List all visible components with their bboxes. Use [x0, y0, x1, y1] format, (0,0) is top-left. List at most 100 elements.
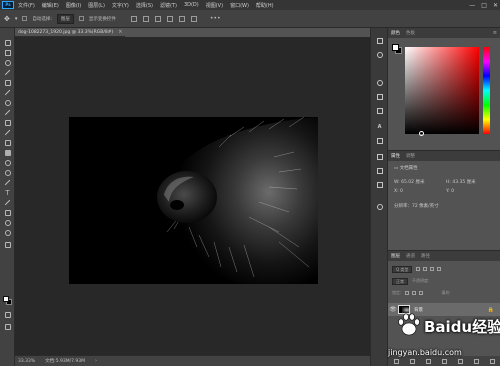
document-size: 文档:5.93M/7.93M: [45, 359, 86, 364]
w-label: W:: [394, 180, 400, 185]
eraser-tool-icon[interactable]: [2, 138, 13, 147]
menu-layer[interactable]: 图层(L): [88, 2, 105, 9]
tab-layers[interactable]: 图层: [391, 253, 400, 259]
filter-pixel-icon[interactable]: [416, 267, 421, 271]
layer-kind-filter[interactable]: Q 类型: [392, 265, 413, 273]
eyedropper-tool-icon[interactable]: [2, 88, 13, 97]
screen-mode-icon[interactable]: [2, 322, 13, 331]
lock-pixels-icon[interactable]: [405, 291, 410, 295]
pen-tool-icon[interactable]: [2, 178, 13, 187]
document-tab[interactable]: dog-1082273_1920.jpg @ 33.3%(RGB/8#) ×: [15, 28, 125, 37]
blur-tool-icon[interactable]: [2, 158, 13, 167]
crop-tool-icon[interactable]: [2, 78, 13, 87]
rectangle-tool-icon[interactable]: [2, 208, 13, 217]
color-panel-menu-icon[interactable]: ≡: [493, 30, 497, 36]
auto-select-checkbox[interactable]: [22, 16, 28, 21]
color-picker-field[interactable]: [405, 47, 479, 136]
menu-view[interactable]: 视图(V): [206, 2, 223, 9]
tab-channels[interactable]: 通道: [406, 253, 415, 259]
color-field-marker[interactable]: [419, 131, 424, 136]
adjustments-panel-icon[interactable]: [375, 166, 384, 175]
edit-toolbar-icon[interactable]: [2, 240, 13, 249]
paragraph-panel-icon[interactable]: [375, 136, 384, 145]
quick-mask-icon[interactable]: [2, 310, 13, 319]
dodge-tool-icon[interactable]: [2, 168, 13, 177]
lock-all-icon[interactable]: [419, 291, 424, 295]
tab-properties[interactable]: 属性: [391, 153, 400, 159]
menu-edit[interactable]: 编辑(E): [42, 2, 59, 9]
quick-select-tool-icon[interactable]: [2, 68, 13, 77]
align-left-icon[interactable]: [166, 15, 173, 22]
color-panel-tabs: 颜色 色板 ≡: [388, 28, 500, 38]
auto-select-dropdown[interactable]: 图层: [56, 13, 74, 24]
gradient-tool-icon[interactable]: [2, 148, 13, 157]
paw-logo-icon: [398, 313, 420, 336]
hue-slider[interactable]: [483, 47, 490, 134]
libraries-panel-icon[interactable]: [375, 180, 384, 189]
info-icon[interactable]: [375, 78, 384, 87]
filter-adjustment-icon[interactable]: [423, 267, 428, 271]
menu-select[interactable]: 选择(S): [136, 2, 153, 9]
tab-color[interactable]: 颜色: [391, 30, 400, 36]
color-panel-foreground-swatch[interactable]: [392, 44, 399, 51]
x-value[interactable]: 0: [400, 189, 403, 194]
w-value[interactable]: 65.02 厘米: [401, 180, 424, 185]
menu-type[interactable]: 文字(Y): [112, 2, 129, 9]
move-tool-icon[interactable]: [2, 38, 13, 47]
properties-panel-tabs: 属性 调整: [388, 151, 500, 161]
maximize-button[interactable]: □: [481, 2, 487, 9]
filter-type-icon[interactable]: [430, 267, 435, 271]
type-tool-icon[interactable]: T: [2, 188, 13, 197]
zoom-level[interactable]: 33.33%: [18, 359, 35, 364]
tab-swatches[interactable]: 色板: [406, 30, 415, 36]
menu-image[interactable]: 图像(I): [66, 2, 81, 9]
marquee-tool-icon[interactable]: [2, 48, 13, 57]
close-window-button[interactable]: ✕: [493, 2, 498, 9]
healing-brush-tool-icon[interactable]: [2, 98, 13, 107]
color-wheel-icon[interactable]: [375, 50, 384, 59]
h-value[interactable]: 43.35 厘米: [452, 180, 475, 185]
menu-3d[interactable]: 3D(D): [184, 2, 199, 8]
foreground-color-swatch[interactable]: [3, 296, 9, 302]
menu-help[interactable]: 帮助(H): [256, 2, 274, 9]
align-bottom-icon[interactable]: [154, 15, 161, 22]
menu-file[interactable]: 文件(F): [18, 2, 35, 9]
close-tab-icon[interactable]: ×: [118, 29, 122, 35]
lasso-tool-icon[interactable]: [2, 58, 13, 67]
brush-tool-icon[interactable]: [2, 108, 13, 117]
align-top-icon[interactable]: [130, 15, 137, 22]
y-value[interactable]: 0: [451, 189, 454, 194]
lock-icons: [405, 291, 424, 295]
hand-tool-icon[interactable]: [2, 218, 13, 227]
align-middle-icon[interactable]: [142, 15, 149, 22]
zoom-tool-icon[interactable]: [2, 228, 13, 237]
navigator-panel-icon[interactable]: [375, 202, 384, 211]
lock-position-icon[interactable]: [412, 291, 417, 295]
dog-nose-image: [69, 117, 318, 284]
path-selection-tool-icon[interactable]: [2, 198, 13, 207]
menu-window[interactable]: 窗口(W): [230, 2, 249, 9]
menu-filter[interactable]: 滤镜(T): [160, 2, 177, 9]
character-panel-icon[interactable]: A: [375, 122, 384, 131]
brush-settings-icon[interactable]: [375, 92, 384, 101]
align-right-icon[interactable]: [190, 15, 197, 22]
blend-mode-dropdown[interactable]: 正常: [392, 277, 408, 285]
clone-source-icon[interactable]: [375, 106, 384, 115]
tab-paths[interactable]: 路径: [421, 253, 430, 259]
align-center-icon[interactable]: [178, 15, 185, 22]
y-row: Y: 0: [446, 189, 454, 194]
clone-stamp-tool-icon[interactable]: [2, 118, 13, 127]
move-icon[interactable]: ✥: [4, 15, 10, 23]
transform-controls-checkbox[interactable]: [78, 16, 84, 21]
history-brush-tool-icon[interactable]: [2, 128, 13, 137]
filter-shape-icon[interactable]: [437, 267, 442, 271]
status-menu-arrow-icon[interactable]: ›: [95, 358, 97, 364]
more-options-icon[interactable]: •••: [210, 15, 221, 22]
properties-panel-icon[interactable]: [375, 152, 384, 161]
minimize-button[interactable]: —: [469, 2, 475, 9]
watermark-url: jingyan.baidu.com: [388, 348, 462, 357]
chevron-down-icon[interactable]: ▾: [15, 16, 18, 22]
tab-adjustments[interactable]: 调整: [406, 153, 415, 159]
dog-nose-photo[interactable]: [69, 117, 318, 284]
history-panel-icon[interactable]: [375, 36, 384, 45]
